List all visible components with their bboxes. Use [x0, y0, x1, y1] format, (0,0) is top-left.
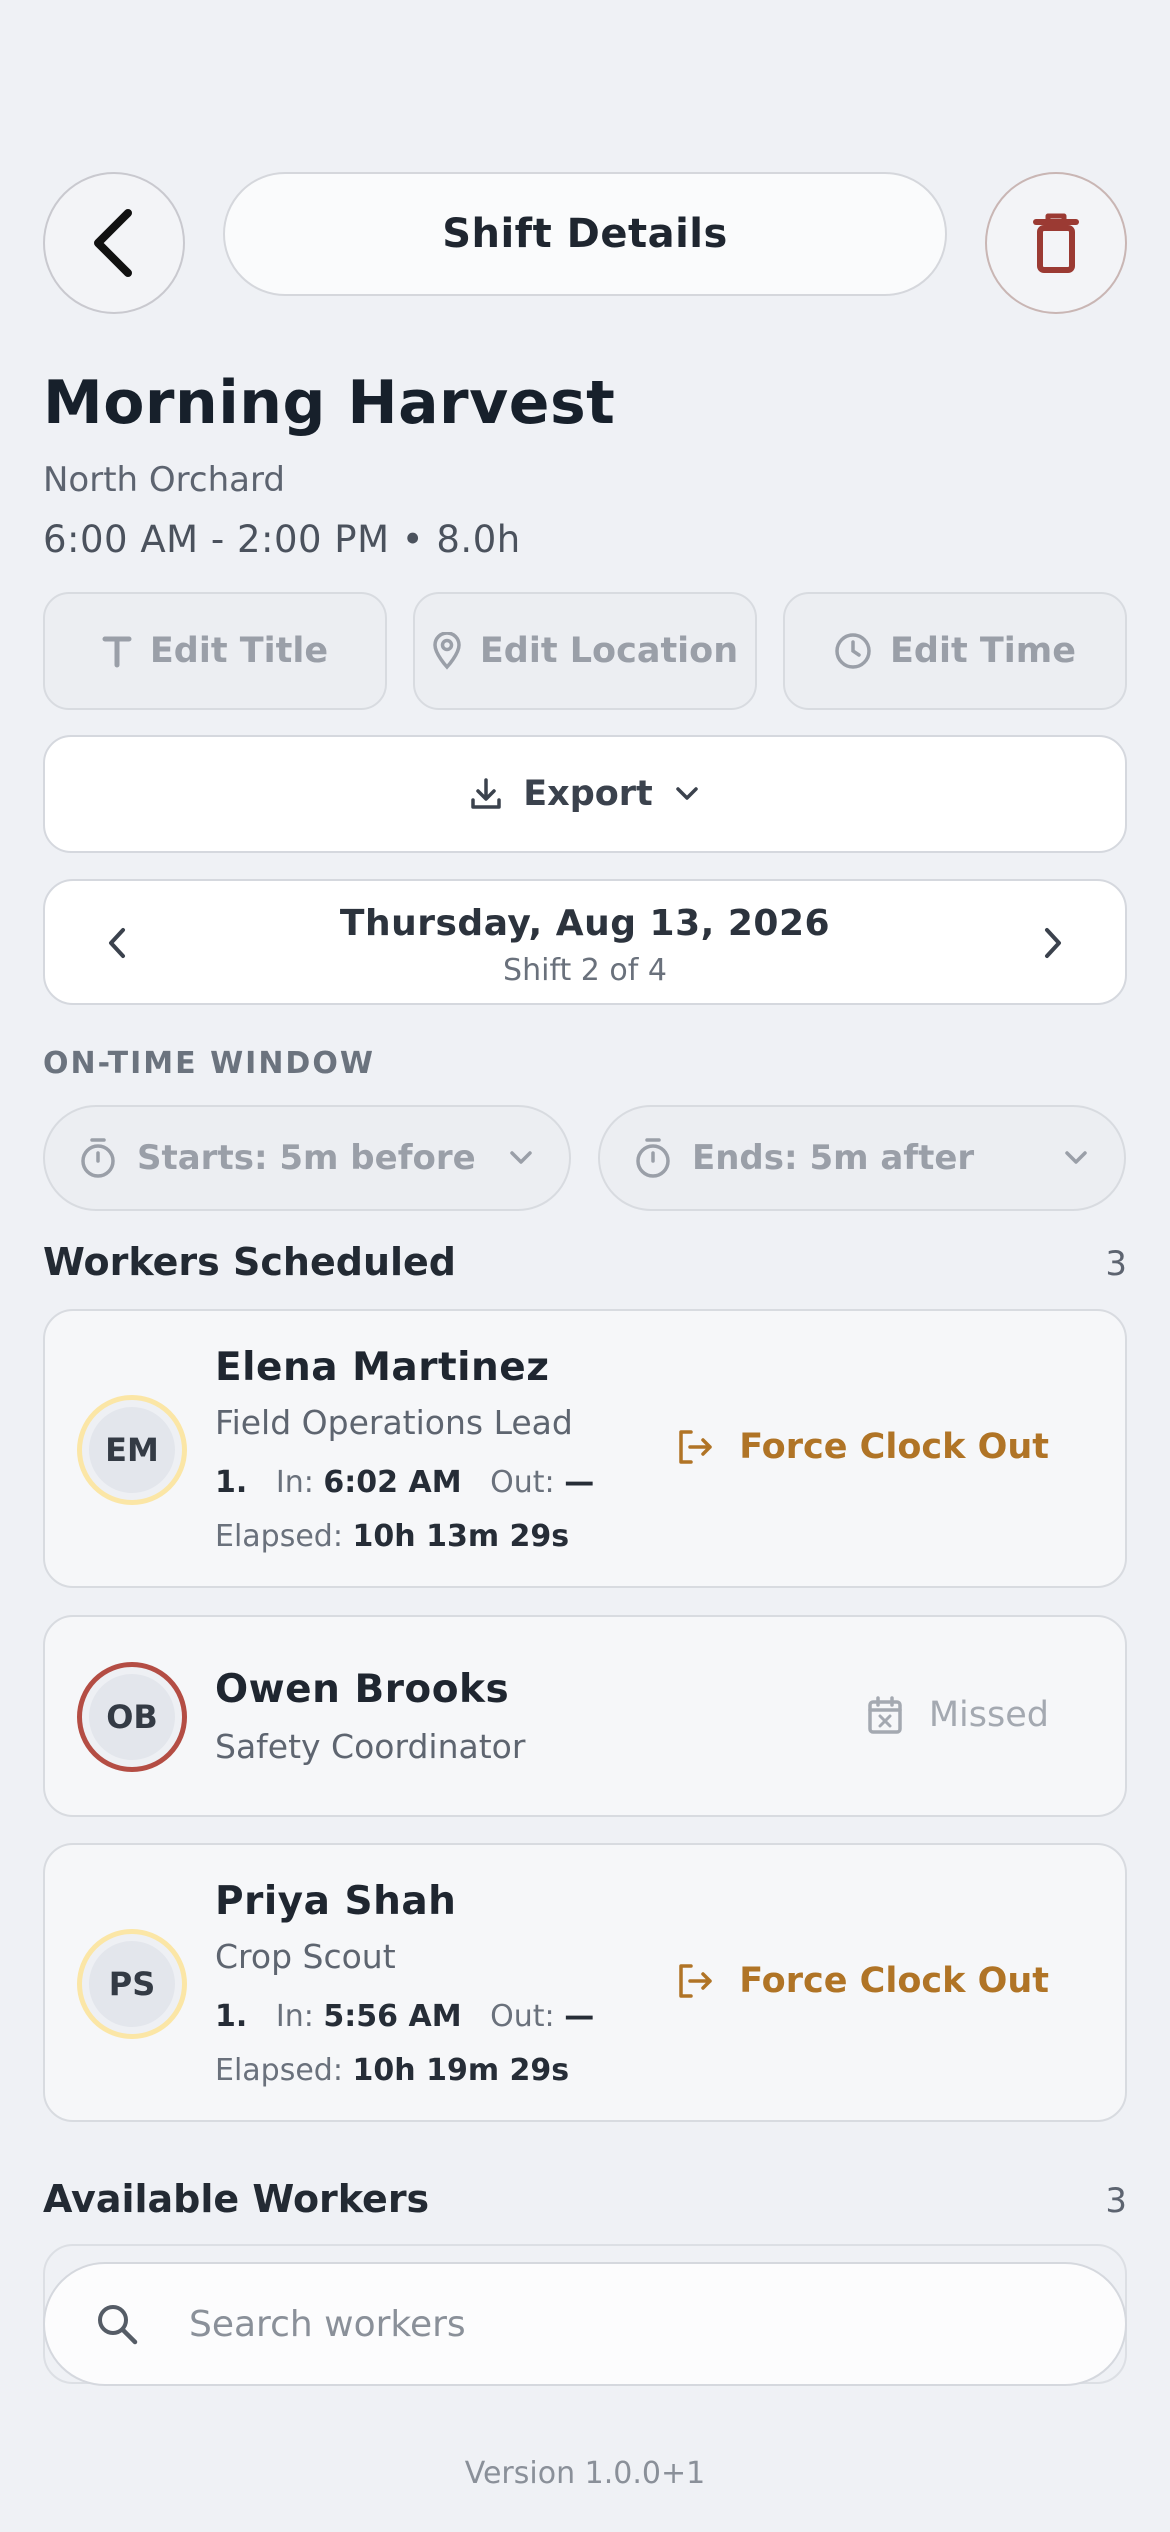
- shift-location: North Orchard: [43, 460, 285, 500]
- edit-time-button[interactable]: Edit Time: [783, 592, 1127, 710]
- app-version: Version 1.0.0+1: [464, 2456, 706, 2491]
- logout-icon: [679, 1430, 712, 1464]
- available-workers-count: 3: [1105, 2181, 1127, 2221]
- timer-icon: [636, 1138, 670, 1178]
- available-workers-heading: Available Workers: [43, 2177, 430, 2221]
- search-input[interactable]: Search workers: [43, 2262, 1127, 2386]
- start-window-select[interactable]: Starts: 5m before: [43, 1105, 571, 1211]
- worker-card[interactable]: EM Elena Martinez Field Operations Lead …: [43, 1309, 1127, 1588]
- logout-icon: [679, 1964, 712, 1998]
- avatar: OB: [77, 1662, 187, 1772]
- worker-role: Safety Coordinator: [215, 1727, 526, 1766]
- text-icon: [102, 636, 132, 668]
- shift-name: Morning Harvest: [43, 368, 616, 438]
- edit-title-button[interactable]: Edit Title: [43, 592, 387, 710]
- map-pin-icon: [433, 632, 461, 670]
- worker-name: Priya Shah: [215, 1879, 457, 1924]
- export-dropdown-button[interactable]: Export: [43, 735, 1127, 853]
- chevron-right-icon: [1045, 928, 1061, 958]
- edit-title-label: Edit Title: [149, 631, 329, 671]
- worker-name: Elena Martinez: [215, 1345, 550, 1390]
- clock-icon: [835, 633, 871, 669]
- worker-name: Owen Brooks: [215, 1667, 510, 1712]
- page-title: Shift Details: [223, 172, 947, 296]
- edit-time-label: Edit Time: [890, 631, 1076, 671]
- end-window-value: Ends: 5m after: [692, 1138, 975, 1178]
- chevron-down-icon: [676, 787, 698, 800]
- edit-location-label: Edit Location: [479, 631, 739, 671]
- trash-icon: [1033, 213, 1079, 273]
- start-window-value: Starts: 5m before: [137, 1138, 476, 1178]
- search-icon: [98, 2305, 138, 2345]
- shift-index: Shift 2 of 4: [503, 953, 667, 988]
- delete-shift-button[interactable]: [985, 172, 1127, 314]
- avatar: EM: [77, 1395, 187, 1505]
- chevron-left-icon: [94, 209, 132, 277]
- worker-card[interactable]: PS Priya Shah Crop Scout 1. In: 5:56 AM …: [43, 1843, 1127, 2122]
- worker-card[interactable]: OB Owen Brooks Safety Coordinator Missed: [43, 1615, 1127, 1817]
- download-icon: [471, 778, 501, 809]
- calendar-x-icon: [868, 1696, 902, 1734]
- clock-record: 1. In: 5:56 AM Out: —: [215, 1999, 595, 2034]
- workers-scheduled-heading: Workers Scheduled: [43, 1240, 456, 1284]
- next-shift-button[interactable]: [1031, 921, 1075, 965]
- missed-status: Missed: [867, 1695, 1049, 1735]
- edit-location-button[interactable]: Edit Location: [413, 592, 757, 710]
- end-window-select[interactable]: Ends: 5m after: [598, 1105, 1126, 1211]
- worker-role: Crop Scout: [215, 1937, 396, 1976]
- back-button[interactable]: [43, 172, 185, 314]
- chevron-down-icon: [1065, 1151, 1087, 1164]
- export-label: Export: [523, 774, 653, 814]
- on-time-window-heading: ON-TIME WINDOW: [43, 1046, 375, 1081]
- shift-date: Thursday, Aug 13, 2026: [339, 903, 831, 944]
- force-clock-out-button[interactable]: Force Clock Out: [675, 1427, 1049, 1467]
- force-clock-out-button[interactable]: Force Clock Out: [675, 1961, 1049, 2001]
- worker-role: Field Operations Lead: [215, 1403, 573, 1442]
- elapsed-time: Elapsed: 10h 19m 29s: [215, 2053, 570, 2088]
- elapsed-time: Elapsed: 10h 13m 29s: [215, 1519, 570, 1554]
- timer-icon: [81, 1138, 115, 1178]
- search-placeholder: Search workers: [189, 2303, 466, 2345]
- shift-time-range: 6:00 AM - 2:00 PM • 8.0h: [43, 518, 521, 561]
- avatar: PS: [77, 1929, 187, 2039]
- workers-scheduled-count: 3: [1105, 1244, 1127, 1284]
- date-navigator: Thursday, Aug 13, 2026 Shift 2 of 4: [43, 879, 1127, 1005]
- chevron-down-icon: [510, 1151, 532, 1164]
- clock-record: 1. In: 6:02 AM Out: —: [215, 1465, 595, 1500]
